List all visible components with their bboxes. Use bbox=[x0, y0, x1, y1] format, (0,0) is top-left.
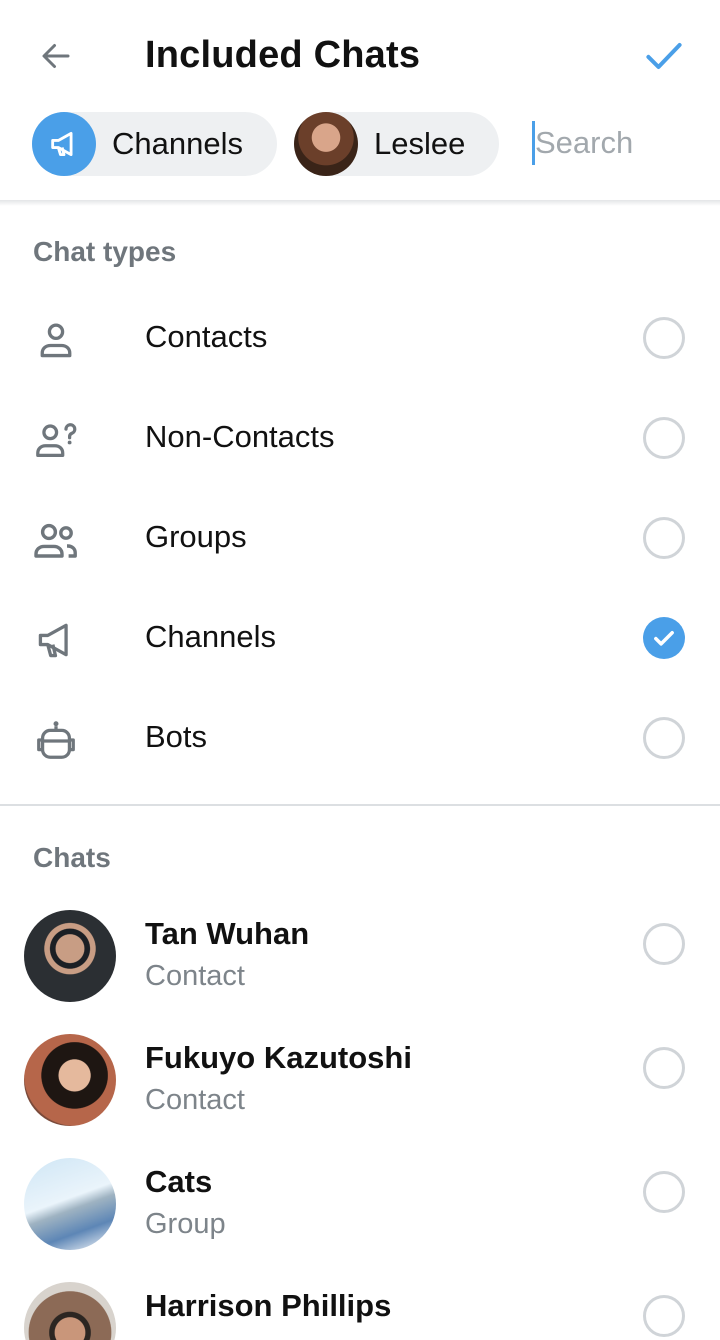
chat-subtitle: Contact bbox=[145, 1084, 245, 1116]
search-input[interactable] bbox=[535, 125, 695, 161]
checkbox[interactable] bbox=[643, 617, 685, 659]
avatar bbox=[24, 1282, 116, 1340]
chat-type-bots[interactable]: Bots bbox=[0, 688, 720, 788]
chat-name: Harrison Phillips bbox=[145, 1288, 392, 1323]
checkbox[interactable] bbox=[643, 717, 685, 759]
chip-channels[interactable]: Channels bbox=[32, 112, 277, 176]
megaphone-icon bbox=[32, 112, 96, 176]
chat-name: Cats bbox=[145, 1164, 213, 1199]
avatar bbox=[24, 1034, 116, 1126]
section-title-chat-types: Chat types bbox=[33, 236, 177, 267]
person-icon bbox=[28, 312, 84, 368]
header: Included Chats Channels Leslee bbox=[0, 0, 720, 200]
arrow-left-icon bbox=[42, 44, 70, 68]
chat-type-label: Contacts bbox=[145, 319, 268, 354]
page-title: Included Chats bbox=[145, 34, 421, 76]
header-shadow bbox=[0, 200, 720, 206]
checkmark-icon bbox=[646, 42, 682, 70]
chat-row[interactable]: Cats Group bbox=[0, 1144, 720, 1268]
robot-icon bbox=[28, 712, 84, 768]
checkbox[interactable] bbox=[643, 1295, 685, 1337]
chat-type-groups[interactable]: Groups bbox=[0, 488, 720, 588]
chat-type-channels[interactable]: Channels bbox=[0, 588, 720, 688]
chip-label: Channels bbox=[112, 126, 243, 161]
group-icon bbox=[28, 512, 84, 568]
chat-name: Tan Wuhan bbox=[145, 916, 310, 951]
person-question-icon bbox=[28, 412, 84, 468]
avatar bbox=[24, 910, 116, 1002]
chat-subtitle: Contact bbox=[145, 960, 245, 992]
chat-type-non-contacts[interactable]: Non-Contacts bbox=[0, 388, 720, 488]
checkbox[interactable] bbox=[643, 417, 685, 459]
chat-type-label: Channels bbox=[145, 619, 276, 654]
chat-type-contacts[interactable]: Contacts bbox=[0, 288, 720, 388]
checkmark-icon bbox=[654, 631, 674, 646]
chip-label: Leslee bbox=[374, 126, 466, 161]
done-button[interactable] bbox=[638, 30, 690, 82]
avatar bbox=[294, 112, 358, 176]
chat-subtitle: Group bbox=[145, 1208, 226, 1240]
chat-type-label: Bots bbox=[145, 719, 208, 754]
checkbox[interactable] bbox=[643, 923, 685, 965]
chat-type-label: Groups bbox=[145, 519, 247, 554]
section-title-chats: Chats bbox=[33, 842, 111, 873]
checkbox[interactable] bbox=[643, 317, 685, 359]
megaphone-icon bbox=[28, 612, 84, 668]
checkbox[interactable] bbox=[643, 1171, 685, 1213]
back-button[interactable] bbox=[28, 28, 84, 84]
avatar bbox=[24, 1158, 116, 1250]
section-divider bbox=[0, 804, 720, 806]
checkbox[interactable] bbox=[643, 1047, 685, 1089]
chat-row[interactable]: Harrison Phillips bbox=[0, 1268, 720, 1340]
chip-leslee[interactable]: Leslee bbox=[294, 112, 499, 176]
chat-row[interactable]: Tan Wuhan Contact bbox=[0, 896, 720, 1020]
checkbox[interactable] bbox=[643, 517, 685, 559]
chat-row[interactable]: Fukuyo Kazutoshi Contact bbox=[0, 1020, 720, 1144]
chat-type-label: Non-Contacts bbox=[145, 419, 335, 454]
search-field[interactable] bbox=[532, 118, 702, 168]
chat-name: Fukuyo Kazutoshi bbox=[145, 1040, 412, 1075]
